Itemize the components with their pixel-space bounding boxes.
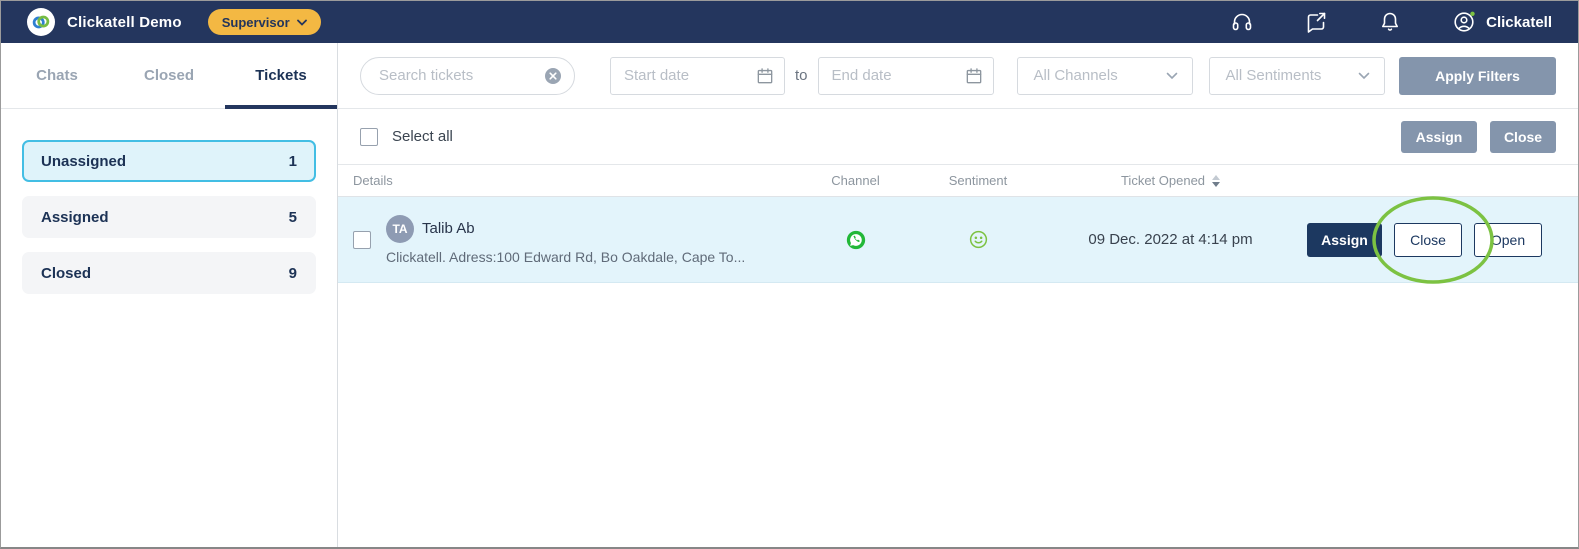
- bulk-buttons: Assign Close: [1401, 121, 1556, 153]
- share-message-icon[interactable]: [1304, 10, 1328, 34]
- chevron-down-icon: [1358, 72, 1370, 80]
- row-checkbox[interactable]: [353, 231, 371, 249]
- table-header-row: Details Channel Sentiment Ticket Opened: [338, 165, 1578, 197]
- sidebar-item-label: Assigned: [41, 209, 109, 226]
- sentiment-cell: [908, 229, 1048, 250]
- row-checkbox-cell: [338, 231, 386, 249]
- sentiments-select[interactable]: All Sentiments: [1209, 57, 1385, 95]
- column-header-ticket-opened-sort[interactable]: Ticket Opened: [1048, 173, 1293, 188]
- ticket-name-row: TA Talib Ab: [386, 215, 793, 243]
- search-wrap: [360, 57, 575, 95]
- ticket-row[interactable]: TA Talib Ab Clickatell. Adress:100 Edwar…: [338, 197, 1578, 283]
- row-actions-cell: Assign Close Open: [1293, 223, 1578, 257]
- app-title: Clickatell Demo: [67, 14, 182, 31]
- account-name: Clickatell: [1486, 14, 1552, 31]
- clickatell-logo-icon: [27, 8, 55, 36]
- tab-bar: Chats Closed Tickets: [1, 43, 337, 109]
- role-badge-label: Supervisor: [222, 15, 290, 30]
- channels-select[interactable]: All Channels: [1017, 57, 1193, 95]
- channels-select-value: All Channels: [1034, 67, 1118, 84]
- column-header-details: Details: [338, 173, 803, 188]
- date-range-to-label: to: [795, 67, 808, 84]
- contact-name: Talib Ab: [422, 220, 475, 237]
- ticket-status-list: Unassigned 1 Assigned 5 Closed 9: [1, 109, 337, 294]
- row-close-button[interactable]: Close: [1394, 223, 1462, 257]
- apply-filters-button[interactable]: Apply Filters: [1399, 57, 1556, 95]
- sidebar-item-count: 5: [289, 209, 297, 226]
- sidebar-item-count: 1: [289, 153, 297, 170]
- headset-icon[interactable]: [1230, 10, 1254, 34]
- end-date-wrap: [818, 57, 994, 95]
- sort-desc-icon: [1212, 182, 1220, 187]
- contact-avatar: TA: [386, 215, 414, 243]
- main-layout: Chats Closed Tickets Unassigned 1 Assign…: [1, 43, 1578, 547]
- positive-sentiment-smiley-icon: [968, 229, 989, 250]
- sidebar-item-label: Closed: [41, 265, 91, 282]
- bulk-assign-button[interactable]: Assign: [1401, 121, 1477, 153]
- chevron-down-icon: [297, 19, 307, 26]
- role-badge-dropdown[interactable]: Supervisor: [208, 9, 321, 35]
- channel-cell: [803, 229, 908, 251]
- select-all-checkbox[interactable]: [360, 128, 378, 146]
- sort-arrows-icon: [1212, 175, 1220, 187]
- sort-asc-icon: [1212, 175, 1220, 180]
- row-assign-button[interactable]: Assign: [1307, 223, 1382, 257]
- sidebar-item-label: Unassigned: [41, 153, 126, 170]
- app-header: Clickatell Demo Supervisor: [1, 1, 1578, 43]
- main-content: to All Channels All Sentiments Apply Fil…: [338, 43, 1578, 547]
- header-actions: Clickatell: [1180, 10, 1552, 34]
- column-header-ticket-opened-label: Ticket Opened: [1121, 173, 1205, 188]
- sidebar-item-count: 9: [289, 265, 297, 282]
- tab-chats[interactable]: Chats: [1, 43, 113, 108]
- bulk-action-bar: Select all Assign Close: [338, 109, 1578, 165]
- tab-tickets[interactable]: Tickets: [225, 43, 337, 108]
- ticket-message-preview: Clickatell. Adress:100 Edward Rd, Bo Oak…: [386, 249, 793, 265]
- sentiments-select-value: All Sentiments: [1226, 67, 1322, 84]
- sidebar-item-closed[interactable]: Closed 9: [22, 252, 316, 294]
- sidebar-item-assigned[interactable]: Assigned 5: [22, 196, 316, 238]
- tab-closed[interactable]: Closed: [113, 43, 225, 108]
- filter-bar: to All Channels All Sentiments Apply Fil…: [338, 43, 1578, 109]
- ticket-opened-date: 09 Dec. 2022 at 4:14 pm: [1048, 231, 1293, 248]
- start-date-wrap: [610, 57, 785, 95]
- sidebar: Chats Closed Tickets Unassigned 1 Assign…: [1, 43, 338, 547]
- online-status-dot: [1470, 12, 1474, 16]
- clear-search-icon[interactable]: [543, 66, 563, 86]
- ticket-details-cell: TA Talib Ab Clickatell. Adress:100 Edwar…: [386, 215, 803, 265]
- calendar-icon[interactable]: [755, 66, 775, 86]
- user-avatar-icon[interactable]: [1452, 10, 1476, 34]
- chevron-down-icon: [1166, 72, 1178, 80]
- sidebar-item-unassigned[interactable]: Unassigned 1: [22, 140, 316, 182]
- whatsapp-icon: [845, 229, 867, 251]
- bulk-close-button[interactable]: Close: [1490, 121, 1556, 153]
- column-header-sentiment: Sentiment: [908, 173, 1048, 188]
- clickatell-ticketing-app: { "colors": { "header_bg": "#24365E", "n…: [0, 0, 1579, 549]
- bell-icon[interactable]: [1378, 10, 1402, 34]
- select-all-label: Select all: [392, 128, 453, 145]
- calendar-icon[interactable]: [964, 66, 984, 86]
- column-header-channel: Channel: [803, 173, 908, 188]
- row-open-button[interactable]: Open: [1474, 223, 1542, 257]
